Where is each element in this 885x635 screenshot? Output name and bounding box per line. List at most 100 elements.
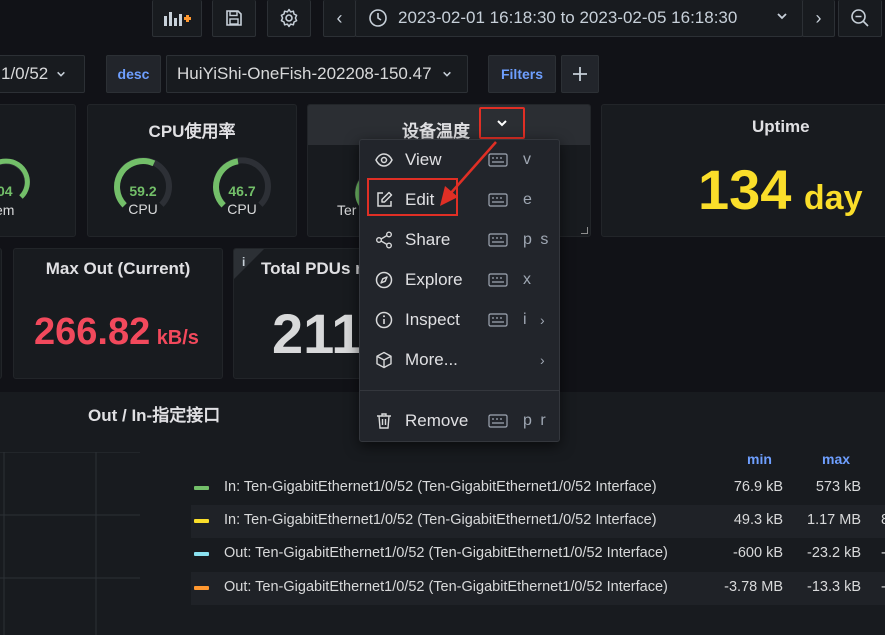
zoom-out-icon xyxy=(851,9,869,27)
chevron-left-icon: ‹ xyxy=(336,7,343,28)
legend-row[interactable]: Out: Ten-GigabitEthernet1/0/52 (Ten-Giga… xyxy=(191,572,885,605)
legend-header-max[interactable]: max xyxy=(822,451,850,467)
chevron-down-icon xyxy=(57,71,66,77)
keyboard-icon xyxy=(488,273,508,287)
desc-variable-select[interactable]: HuiYiShi-OneFish-202208-150.47 xyxy=(166,55,468,93)
menu-item-more[interactable]: More... › xyxy=(360,340,559,380)
legend-row[interactable]: In: Ten-GigabitEthernet1/0/52 (Ten-Gigab… xyxy=(191,505,885,538)
uptime-panel: Uptime 134 day xyxy=(601,104,885,237)
menu-item-shortcut: p r xyxy=(523,412,548,429)
info-icon: i xyxy=(242,255,246,269)
menu-item-shortcut: v xyxy=(523,151,533,168)
info-circle-icon xyxy=(374,310,394,330)
left-partial-panel: 04 em xyxy=(0,104,76,237)
legend-min-value: 76.9 kB xyxy=(733,479,783,495)
legend-extra-value: - xyxy=(881,579,885,595)
panel-title: Max Out (Current) xyxy=(45,259,191,278)
legend-extra-value: - xyxy=(881,545,885,561)
panel-title: CPU使用率 xyxy=(148,122,236,141)
panel-info-corner[interactable] xyxy=(234,249,264,279)
cpu-gauge-2-value: 46.7 xyxy=(228,183,256,199)
menu-item-explore[interactable]: Explore x xyxy=(360,260,559,300)
add-filter-button[interactable] xyxy=(561,55,599,93)
menu-item-inspect[interactable]: Inspect i › xyxy=(360,300,559,340)
time-shift-forward-button[interactable]: › xyxy=(802,0,835,37)
max-out-panel: Max Out (Current) 266.82 kB/s xyxy=(13,248,223,379)
legend-series-name: Out: Ten-GigabitEthernet1/0/52 (Ten-Giga… xyxy=(224,579,668,595)
time-range-text: 2023-02-01 16:18:30 to 2023-02-05 16:18:… xyxy=(398,8,738,27)
menu-item-label: Remove xyxy=(405,411,469,430)
gauge-arc xyxy=(0,158,30,199)
cube-icon xyxy=(374,350,394,370)
menu-item-share[interactable]: Share p s xyxy=(360,220,559,260)
settings-button[interactable] xyxy=(267,0,311,37)
legend-max-value: 573 kB xyxy=(815,479,861,495)
resize-handle-icon[interactable] xyxy=(581,227,588,234)
share-icon xyxy=(374,230,394,250)
annotation-arrow xyxy=(440,141,497,206)
panel-title: Out / In-指定接口 xyxy=(88,406,221,425)
filters-button[interactable]: Filters xyxy=(488,55,556,93)
total-pdus-panel: i Total PDUs re 211 xyxy=(233,248,363,379)
legend-row[interactable]: Out: Ten-GigabitEthernet1/0/52 (Ten-Giga… xyxy=(191,538,885,571)
time-shift-back-button[interactable]: ‹ xyxy=(323,0,356,37)
cpu-usage-panel: CPU使用率 59.2 CPU 46.7 CPU xyxy=(87,104,297,237)
trash-icon xyxy=(374,411,394,431)
legend-min-value: 49.3 kB xyxy=(733,512,783,528)
uptime-value: 134 xyxy=(698,158,792,221)
left-partial-value: 04 xyxy=(0,183,13,199)
save-dashboard-button[interactable] xyxy=(212,0,256,37)
interface-variable-select[interactable]: 1/0/52 xyxy=(0,55,85,93)
menu-item-shortcut: p s xyxy=(523,231,551,248)
chevron-down-icon xyxy=(497,120,507,127)
menu-item-label: More... xyxy=(405,350,458,369)
zoom-out-button[interactable] xyxy=(838,0,882,37)
legend-min-value: -600 kB xyxy=(733,545,783,561)
desc-variable-value: HuiYiShi-OneFish-202208-150.47 xyxy=(177,64,432,83)
legend-swatch xyxy=(194,519,209,523)
max-out-unit: kB/s xyxy=(156,327,199,349)
panel-title: Uptime xyxy=(752,117,810,136)
legend-row[interactable]: In: Ten-GigabitEthernet1/0/52 (Ten-Gigab… xyxy=(191,472,885,505)
legend-max-value: -23.2 kB xyxy=(807,545,861,561)
desc-label-text: desc xyxy=(117,66,150,82)
eye-icon xyxy=(374,150,394,170)
legend-min-value: -3.78 MB xyxy=(724,579,783,595)
menu-item-label: Explore xyxy=(405,270,463,289)
menu-item-shortcut: x xyxy=(523,271,533,288)
cpu-gauge-1-label: CPU xyxy=(128,201,158,217)
keyboard-icon xyxy=(488,233,508,247)
total-pdus-value: 211 xyxy=(272,302,363,365)
left-partial-label: em xyxy=(0,202,15,218)
legend-extra-value: 8 xyxy=(881,512,885,528)
chevron-right-icon: › xyxy=(540,352,545,368)
save-icon xyxy=(226,10,242,26)
legend-swatch xyxy=(194,552,209,556)
keyboard-icon xyxy=(488,313,508,327)
menu-item-remove[interactable]: Remove p r xyxy=(360,401,559,441)
legend-header-min[interactable]: min xyxy=(747,451,772,467)
menu-item-shortcut: e xyxy=(523,191,534,208)
time-range-picker[interactable]: 2023-02-01 16:18:30 to 2023-02-05 16:18:… xyxy=(355,0,803,37)
menu-item-shortcut: i xyxy=(523,311,529,328)
temperature-partial-label: Ter xyxy=(337,202,357,218)
legend-swatch xyxy=(194,486,209,490)
panel-menu-trigger[interactable] xyxy=(479,107,525,139)
legend-series-name: In: Ten-GigabitEthernet1/0/52 (Ten-Gigab… xyxy=(224,479,657,495)
max-out-value: 266.82 xyxy=(34,311,151,353)
graph-grid xyxy=(0,452,140,635)
add-panel-button[interactable] xyxy=(152,0,202,37)
legend-series-name: Out: Ten-GigabitEthernet1/0/52 (Ten-Giga… xyxy=(224,545,668,561)
filters-label: Filters xyxy=(500,66,543,82)
menu-item-label: Share xyxy=(405,230,451,249)
chevron-down-icon xyxy=(442,71,451,77)
compass-icon xyxy=(374,270,394,290)
legend-max-value: 1.17 MB xyxy=(807,512,861,528)
cpu-gauge-1-value: 59.2 xyxy=(129,183,157,199)
chevron-down-icon xyxy=(776,9,788,27)
chevron-right-icon: › xyxy=(815,7,822,28)
desc-variable-label: desc xyxy=(106,55,161,93)
panel-title: Total PDUs re xyxy=(261,259,363,278)
legend-series-name: In: Ten-GigabitEthernet1/0/52 (Ten-Gigab… xyxy=(224,512,657,528)
uptime-unit: day xyxy=(803,179,863,217)
